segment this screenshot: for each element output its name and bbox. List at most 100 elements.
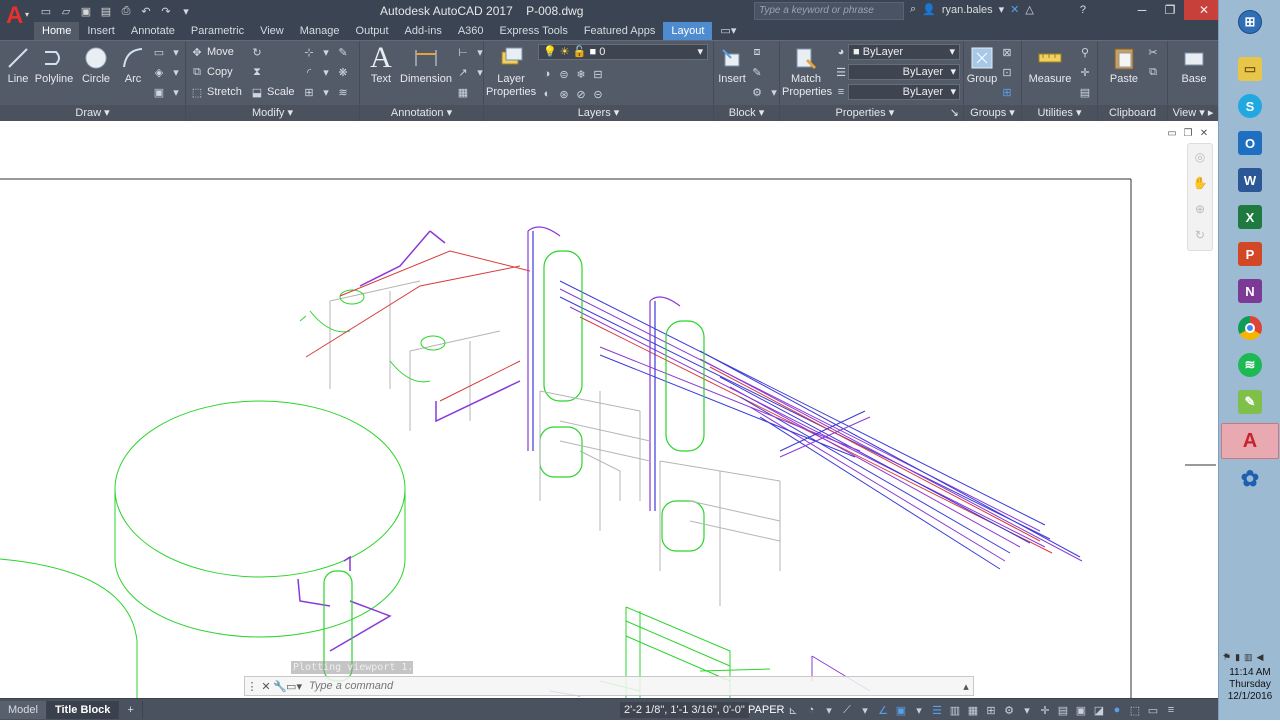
lineweight-toggle-icon[interactable]: ☰	[930, 702, 944, 718]
copy-button[interactable]: ⧉ Copy	[190, 63, 233, 81]
clipboard-panel-label[interactable]: Clipboard	[1098, 105, 1167, 121]
binoculars-icon[interactable]: ⌕	[910, 3, 916, 16]
save-as-icon[interactable]: ▤	[98, 3, 114, 19]
layer-match-icon[interactable]: ⊛	[557, 87, 571, 101]
user-icon[interactable]: 👤	[922, 3, 936, 16]
iso-dropdown-icon[interactable]: ▾	[858, 702, 872, 718]
viewport-restore-icon[interactable]: ❐	[1182, 127, 1194, 139]
annotation-monitor-icon[interactable]: ✛	[1038, 702, 1052, 718]
windows-start-button[interactable]: ⊞	[1221, 4, 1279, 40]
snap-icon[interactable]: ⊾	[786, 702, 800, 718]
view-panel-label[interactable]: View ▾ ▸	[1168, 105, 1218, 121]
draw-panel-label[interactable]: Draw ▾	[0, 105, 185, 121]
object-snap-icon[interactable]: ▣	[894, 702, 908, 718]
tab-add-ins[interactable]: Add-ins	[397, 22, 450, 40]
layers-panel-label[interactable]: Layers ▾	[484, 105, 713, 121]
layer-properties-button[interactable]: Layer Properties	[486, 43, 536, 99]
ungroup-tool[interactable]: ⊠	[1000, 43, 1014, 61]
groups-panel-label[interactable]: Groups ▾	[964, 105, 1021, 121]
layer-isolate-icon[interactable]: ⊜	[557, 67, 571, 81]
arc-button[interactable]: Arc	[118, 43, 148, 86]
group-button[interactable]: Group	[966, 43, 998, 86]
rectangle-tool[interactable]: ▭ ▾	[152, 43, 183, 61]
save-icon[interactable]: ▣	[78, 3, 94, 19]
taskbar-network-app[interactable]: ✿	[1221, 461, 1279, 497]
power-icon[interactable]: ▮	[1235, 652, 1240, 663]
taskbar-chrome[interactable]	[1221, 310, 1279, 346]
linetype-dropdown[interactable]: ByLayer ▾	[848, 64, 960, 80]
table-tool[interactable]: ▦	[456, 83, 470, 101]
print-icon[interactable]: ⎙	[118, 3, 134, 19]
tab-a360[interactable]: A360	[450, 22, 492, 40]
copy-clip-tool[interactable]: ⧉	[1146, 63, 1160, 81]
edit-block-tool[interactable]: ✎	[750, 63, 764, 81]
modify-panel-label[interactable]: Modify ▾	[186, 105, 359, 121]
polyline-button[interactable]: Polyline	[34, 43, 74, 86]
create-block-tool[interactable]: ⧈	[750, 43, 764, 61]
measure-button[interactable]: Measure	[1026, 43, 1074, 86]
new-icon[interactable]: ▭	[38, 3, 54, 19]
taskbar-onenote[interactable]: N	[1221, 273, 1279, 309]
tab-parametric[interactable]: Parametric	[183, 22, 252, 40]
hatch-tool[interactable]: ◈ ▾	[152, 63, 183, 81]
stretch-button[interactable]: ⬚ Stretch	[190, 83, 242, 101]
a360-icon[interactable]: △	[1025, 3, 1033, 16]
move-button[interactable]: ✥ Move	[190, 43, 234, 61]
command-drag-handle-icon[interactable]: ⋮	[245, 678, 259, 694]
match-properties-button[interactable]: Match Properties	[782, 43, 832, 99]
transparency-icon[interactable]: ▥	[948, 702, 962, 718]
command-input[interactable]	[309, 678, 949, 694]
tab-annotate[interactable]: Annotate	[123, 22, 183, 40]
tab-output[interactable]: Output	[348, 22, 397, 40]
network-icon[interactable]: ▥	[1244, 652, 1253, 663]
tab-manage[interactable]: Manage	[292, 22, 348, 40]
array-button[interactable]: ⊞ ▾ ≋	[302, 83, 350, 101]
ribbon-toggle-icon[interactable]: ▭▾	[712, 22, 744, 40]
taskbar-outlook[interactable]: O	[1221, 125, 1279, 161]
insert-button[interactable]: Insert	[716, 43, 748, 86]
taskbar-file-explorer[interactable]: ▭	[1221, 51, 1279, 87]
tab-featured-apps[interactable]: Featured Apps	[576, 22, 664, 40]
calculator-tool[interactable]: ▤	[1078, 83, 1092, 101]
scale-button[interactable]: ⬓ Scale	[250, 83, 295, 101]
help-icon[interactable]: ?	[1080, 4, 1086, 16]
lock-ui-icon[interactable]: ◪	[1092, 702, 1106, 718]
steering-wheel-icon[interactable]: ◎	[1188, 144, 1212, 170]
workspace-dropdown-icon[interactable]: ▾	[1020, 702, 1034, 718]
gradient-tool[interactable]: ▣ ▾	[152, 83, 183, 101]
workspace-icon[interactable]: ⚙	[1002, 702, 1016, 718]
tab-layout[interactable]: Layout	[663, 22, 713, 40]
open-icon[interactable]: ▱	[58, 3, 74, 19]
taskbar-notepad[interactable]: ✎	[1221, 384, 1279, 420]
selection-cycling-icon[interactable]: ▦	[966, 702, 980, 718]
mirror-button[interactable]: ⧗	[250, 63, 264, 81]
add-layout-icon[interactable]: +	[119, 701, 143, 719]
utilities-panel-label[interactable]: Utilities ▾	[1022, 105, 1097, 121]
trim-button[interactable]: ⊹ ▾ ✎	[302, 43, 350, 61]
linear-dim-tool[interactable]: ⊢ ▾	[456, 43, 487, 61]
redo-icon[interactable]: ↷	[158, 3, 174, 19]
drawing-canvas[interactable]: ▭ ❐ ✕ ◎ ✋ ⊕ ↻	[0, 121, 1218, 699]
leader-tool[interactable]: ↗ ▾	[456, 63, 487, 81]
viewport-close-icon[interactable]: ✕	[1198, 127, 1210, 139]
user-name[interactable]: ryan.bales	[942, 4, 993, 16]
system-clock[interactable]: 11:14 AM Thursday 12/1/2016	[1219, 667, 1280, 703]
layer-lock-icon[interactable]: ⊟	[591, 67, 605, 81]
iso-draft-icon[interactable]: ⟋	[840, 702, 854, 718]
tab-home[interactable]: Home	[34, 22, 80, 40]
object-snap-tracking-icon[interactable]: ∠	[876, 702, 890, 718]
line-button[interactable]: Line	[4, 43, 32, 86]
group-select-tool[interactable]: ⊞	[1000, 83, 1014, 101]
taskbar-autocad[interactable]: A	[1221, 423, 1279, 459]
osnap-dropdown-icon[interactable]: ▾	[912, 702, 926, 718]
cut-tool[interactable]: ✂	[1146, 43, 1160, 61]
units-icon[interactable]: ▤	[1056, 702, 1070, 718]
polar-tracking-icon[interactable]: ◔	[804, 702, 818, 718]
layer-unisolate-icon[interactable]: ⊝	[591, 87, 605, 101]
text-button[interactable]: A Text	[366, 41, 396, 86]
qat-dropdown-icon[interactable]: ▾	[178, 3, 194, 19]
command-wrench-icon[interactable]: 🔧	[273, 678, 287, 694]
zoom-extents-icon[interactable]: ⊕	[1188, 196, 1212, 222]
paste-button[interactable]: Paste	[1106, 43, 1142, 86]
coordinate-readout[interactable]: 2'-2 1/8", 1'-1 3/16", 0'-0"	[620, 702, 749, 718]
